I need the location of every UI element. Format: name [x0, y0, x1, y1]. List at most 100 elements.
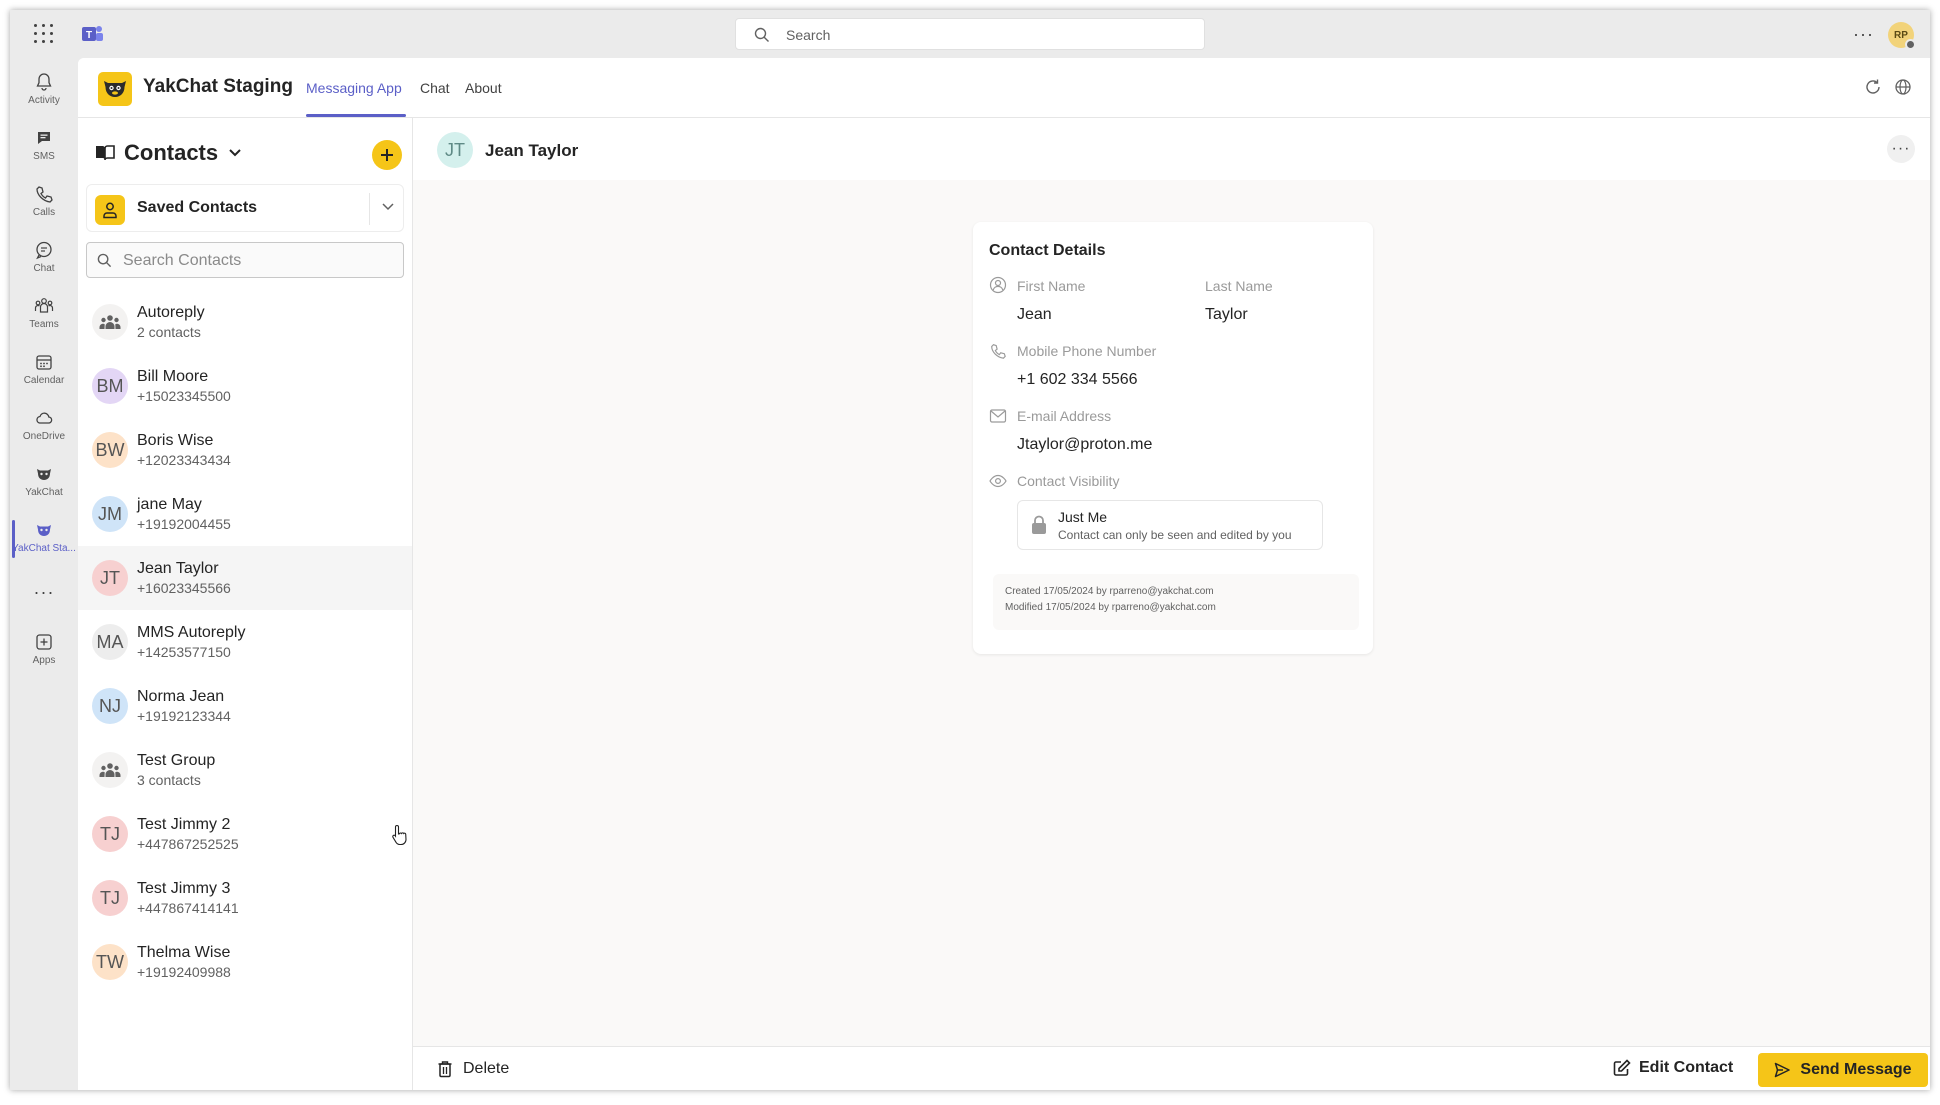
contact-list-item[interactable]: TW Thelma Wise +19192409988	[78, 930, 412, 994]
avatar: JM	[92, 496, 128, 532]
rail-item-calls[interactable]: Calls	[10, 176, 78, 232]
rail-item-yakchat[interactable]: YakChat	[10, 456, 78, 512]
chevron-down-icon[interactable]	[381, 202, 395, 212]
group-avatar	[92, 752, 128, 788]
contacts-title: Contacts	[124, 140, 219, 165]
teams-window: T Search ··· RP Activity SMS Calls Chat …	[10, 10, 1930, 1090]
top-bar: T Search ··· RP	[10, 10, 1930, 58]
contact-list-item[interactable]: Autoreply 2 contacts	[78, 290, 412, 354]
contact-list-item[interactable]: NJ Norma Jean +19192123344	[78, 674, 412, 738]
rail-label: Calls	[32, 207, 56, 218]
edit-contact-button[interactable]: Edit Contact	[1613, 1059, 1733, 1077]
search-icon	[754, 27, 769, 42]
rail-item-yakchat-staging[interactable]: YakChat Sta...	[10, 512, 78, 568]
first-name-value: Jean	[1017, 306, 1052, 323]
group-icon	[99, 763, 121, 777]
rail-label: Chat	[33, 263, 55, 274]
avatar: NJ	[92, 688, 128, 724]
calendar-icon	[36, 355, 52, 370]
rail-item-chat[interactable]: Chat	[10, 232, 78, 288]
email-value: Jtaylor@proton.me	[1017, 436, 1153, 453]
rail-label: YakChat	[25, 487, 63, 498]
rail-label: SMS	[33, 151, 55, 162]
contact-count: 3 contacts	[137, 772, 201, 788]
contact-name: Bill Moore	[137, 368, 209, 385]
send-message-button[interactable]: Send Message	[1758, 1053, 1928, 1087]
global-search-bar[interactable]: Search	[735, 18, 1205, 50]
phone-icon	[36, 186, 53, 203]
person-circle-icon	[989, 276, 1007, 294]
visibility-description: Contact can only be seen and edited by y…	[1058, 528, 1292, 542]
rail-item-teams[interactable]: Teams	[10, 288, 78, 344]
phone-icon	[991, 344, 1006, 359]
contact-name-heading: Jean Taylor	[485, 141, 579, 160]
delete-button[interactable]: Delete	[437, 1060, 509, 1078]
contact-metadata: Created 17/05/2024 by rparreno@yakchat.c…	[993, 574, 1359, 630]
contact-phone: +19192409988	[137, 964, 231, 980]
avatar: BM	[92, 368, 128, 404]
tab-about[interactable]: About	[465, 80, 502, 96]
send-icon	[1775, 1062, 1791, 1078]
contact-name: Test Group	[137, 752, 216, 769]
search-icon	[97, 253, 112, 268]
avatar: BW	[92, 432, 128, 468]
visibility-label: Contact Visibility	[1017, 473, 1120, 489]
mail-icon	[989, 409, 1007, 423]
book-icon	[96, 145, 115, 161]
user-avatar[interactable]: RP	[1888, 22, 1916, 50]
last-name-value: Taylor	[1205, 306, 1248, 323]
rail-item-calendar[interactable]: Calendar	[10, 344, 78, 400]
phone-label: Mobile Phone Number	[1017, 343, 1157, 359]
contact-phone: +15023345500	[137, 388, 231, 404]
contact-count: 2 contacts	[137, 324, 201, 340]
delete-label: Delete	[463, 1060, 510, 1077]
apps-icon	[36, 634, 52, 650]
contact-phone: +12023343434	[137, 452, 231, 468]
avatar: JT	[437, 132, 473, 168]
left-rail: Activity SMS Calls Chat Teams Calendar O…	[10, 58, 78, 1090]
cloud-icon	[36, 412, 53, 424]
app-launcher-icon[interactable]	[34, 24, 54, 44]
email-label: E-mail Address	[1017, 408, 1112, 424]
contacts-title-dropdown[interactable]: Contacts	[94, 140, 242, 166]
phone-value: +1 602 334 5566	[1017, 371, 1138, 388]
modified-info: Modified 17/05/2024 by rparreno@yakchat.…	[1005, 602, 1216, 613]
more-apps-icon[interactable]: ···	[10, 582, 78, 603]
search-contacts-field[interactable]	[86, 242, 404, 278]
card-title: Contact Details	[989, 242, 1106, 259]
contact-actions-bar: Delete Edit Contact Send Message	[413, 1046, 1930, 1090]
contact-list-item[interactable]: JM jane May +19192004455	[78, 482, 412, 546]
saved-contacts-selector[interactable]: Saved Contacts	[86, 184, 404, 232]
refresh-icon[interactable]	[1864, 78, 1882, 96]
contact-list-item[interactable]: BM Bill Moore +15023345500	[78, 354, 412, 418]
rail-item-activity[interactable]: Activity	[10, 64, 78, 120]
rail-item-apps[interactable]: Apps	[10, 624, 78, 680]
rail-label: YakChat Sta...	[12, 543, 76, 554]
tab-messaging-app[interactable]: Messaging App	[306, 80, 402, 96]
more-options-icon[interactable]: ···	[1853, 24, 1874, 45]
contact-list-item[interactable]: TJ Test Jimmy 3 +447867414141	[78, 866, 412, 930]
contact-list-item[interactable]: TJ Test Jimmy 2 +447867252525	[78, 802, 412, 866]
group-icon	[99, 315, 121, 329]
more-options-button[interactable]: ···	[1887, 135, 1915, 163]
contact-name: Autoreply	[137, 304, 205, 321]
contact-phone: +19192004455	[137, 516, 231, 532]
rail-label: Calendar	[23, 375, 65, 386]
avatar: MA	[92, 624, 128, 660]
contact-name: Norma Jean	[137, 688, 225, 705]
contact-list-item[interactable]: MA MMS Autoreply +14253577150	[78, 610, 412, 674]
user-initials: RP	[1894, 29, 1908, 41]
search-contacts-input[interactable]	[123, 249, 393, 273]
add-contact-button[interactable]	[372, 140, 402, 170]
contact-list-item[interactable]: BW Boris Wise +12023343434	[78, 418, 412, 482]
contact-list-item[interactable]: Test Group 3 contacts	[78, 738, 412, 802]
globe-icon[interactable]	[1894, 78, 1912, 96]
contact-name: jane May	[137, 496, 202, 513]
tab-chat[interactable]: Chat	[420, 80, 450, 96]
contact-phone: +19192123344	[137, 708, 231, 724]
visibility-option-just-me[interactable]: Just Me Contact can only be seen and edi…	[1017, 500, 1323, 550]
rail-item-sms[interactable]: SMS	[10, 120, 78, 176]
bell-icon	[36, 73, 52, 91]
contact-list-item[interactable]: JT Jean Taylor +16023345566	[78, 546, 412, 610]
rail-item-onedrive[interactable]: OneDrive	[10, 400, 78, 456]
